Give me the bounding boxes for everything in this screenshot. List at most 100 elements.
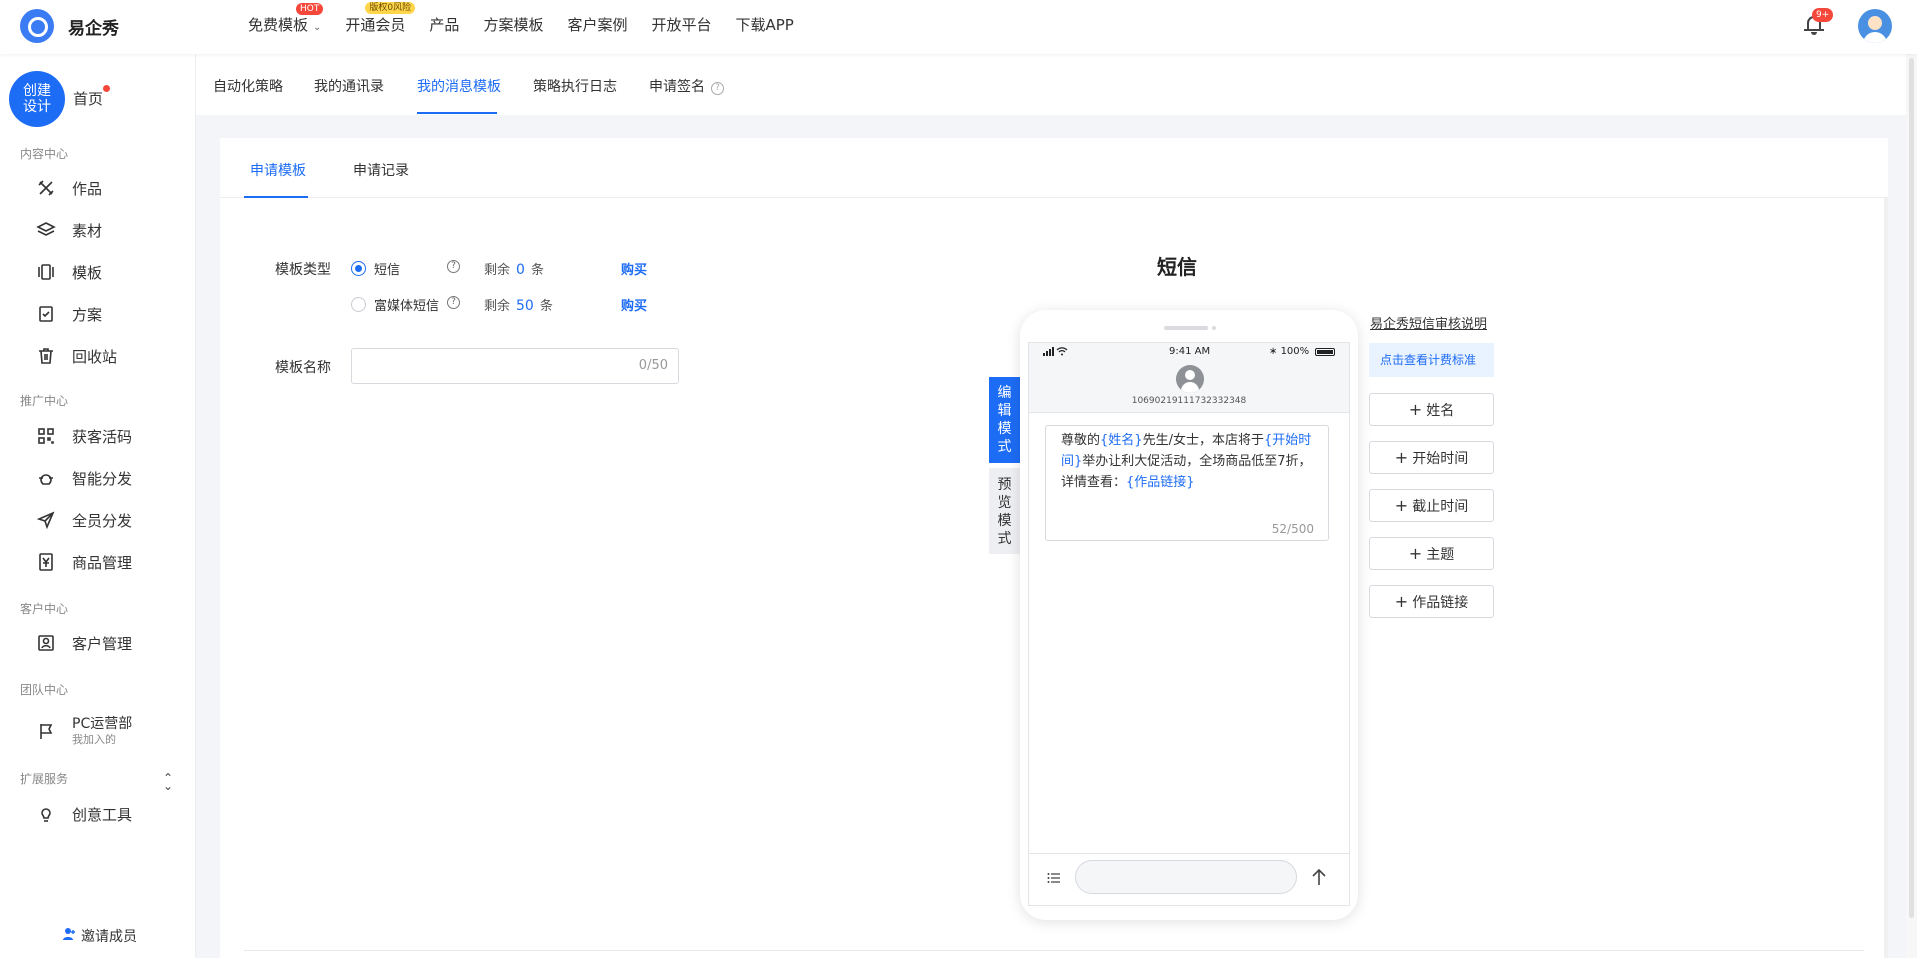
msg-variable: {姓名} [1100,433,1143,448]
phone-mockup: 9:41 AM ∗ 100% 10690219111732332348 尊敬的{… [1020,310,1358,920]
section-title-extend: 扩展服务 [20,772,69,786]
layers-icon [36,220,56,240]
review-rules-link[interactable]: 易企秀短信审核说明 [1370,313,1487,332]
active-tab-indicator [417,112,497,114]
top-nav: 免费模板 ⌄ HOT 开通会员 版权0风险 产品 方案模板 客户案例 开放平台 下… [248,0,818,54]
preview-title: 短信 [1157,255,1197,279]
insert-work-link-button[interactable]: + 作品链接 [1369,585,1494,618]
divider [244,950,1864,951]
checklist-icon [36,304,56,324]
radio-rich-sms[interactable] [351,297,366,312]
mode-label: 编辑模式 [997,385,1012,455]
insert-start-time-button[interactable]: + 开始时间 [1369,441,1494,474]
tab-apply-template[interactable]: 申请模板 [250,160,306,180]
radio-rich-sms-label[interactable]: 富媒体短信 [374,295,439,314]
msg-variable: {作品链接} [1126,475,1195,490]
contact-number: 10690219111732332348 [1131,396,1247,406]
rich-sms-remaining: 剩余 50 条 [484,295,553,314]
variable-label: 姓名 [1426,403,1455,419]
sidebar-item-goods[interactable]: 商品管理 [36,550,132,574]
help-icon[interactable]: ? [447,296,460,309]
window-scrollbar[interactable] [1906,54,1917,958]
phone-speaker [1164,326,1208,330]
topnav-label: 开通会员 [345,16,406,34]
radio-sms-label[interactable]: 短信 [374,259,400,278]
list-icon[interactable] [1047,871,1061,885]
topnav-open-platform[interactable]: 开放平台 [651,0,711,54]
topnav-products[interactable]: 产品 [429,0,459,54]
tab-apply-signature[interactable]: 申请签名? [649,76,724,96]
variable-label: 截止时间 [1412,499,1469,515]
plus-icon: + [1394,496,1409,515]
preview-mode-tab[interactable]: 预览模式 [989,468,1020,554]
topnav-free-templates[interactable]: 免费模板 ⌄ HOT [248,0,324,54]
remain-suffix: 条 [539,299,553,314]
topnav-label: 免费模板 [248,16,309,34]
view-pricing-button[interactable]: 点击查看计费标准 [1369,343,1494,377]
invite-members-button[interactable]: 邀请成员 [81,926,137,946]
template-type-label: 模板类型 [275,262,331,278]
battery-icon [1315,348,1335,356]
sidebar-item-works[interactable]: 作品 [36,176,102,200]
brain-icon [36,468,56,488]
template-name-input[interactable]: 0/50 [351,348,679,384]
phone-screen: 9:41 AM ∗ 100% 10690219111732332348 尊敬的{… [1028,342,1350,906]
sidebar-item-smart-dist[interactable]: 智能分发 [36,466,132,490]
tab-automation[interactable]: 自动化策略 [213,76,283,96]
tab-contacts[interactable]: 我的通讯录 [314,76,384,96]
create-design-button[interactable]: 创建 设计 [9,71,65,127]
sidebar-item-lead-code[interactable]: 获客活码 [36,424,132,448]
tab-apply-records[interactable]: 申请记录 [353,160,409,180]
sidebar-item-label: 智能分发 [72,469,133,488]
topnav-membership[interactable]: 开通会员 版权0风险 [345,0,416,54]
scrollbar-thumb[interactable] [1909,58,1914,918]
insert-end-time-button[interactable]: + 截止时间 [1369,489,1494,522]
sidebar-item-materials[interactable]: 素材 [36,218,102,242]
brand-name[interactable]: 易企秀 [68,14,119,39]
send-icon [36,510,56,530]
topnav-download-app[interactable]: 下载APP [735,0,793,54]
sidebar-item-label: 创意工具 [72,805,133,824]
card-scrollbar[interactable] [1884,198,1888,958]
sidebar: 创建 设计 首页 内容中心 作品 素材 模板 方案 回收站 推广中心 获客活码 … [0,54,196,958]
section-title-customer: 客户中心 [20,602,69,616]
tab-message-templates[interactable]: 我的消息模板 [417,76,501,96]
sidebar-item-customers[interactable]: 客户管理 [36,631,132,655]
topnav-cases[interactable]: 客户案例 [567,0,627,54]
section-title-content: 内容中心 [20,147,69,161]
radio-sms[interactable] [351,261,366,276]
insert-topic-button[interactable]: + 主题 [1369,537,1494,570]
msg-text-part: 先生/女士，本店将于 [1142,433,1264,448]
sidebar-item-team[interactable]: PC运营部 我加入的 [36,713,132,749]
sidebar-item-templates[interactable]: 模板 [36,260,102,284]
tab-execution-log[interactable]: 策略执行日志 [533,76,617,96]
insert-name-button[interactable]: + 姓名 [1369,393,1494,426]
chat-input[interactable] [1075,860,1297,894]
plus-icon: + [1394,592,1409,611]
message-char-counter: 52/500 [1271,522,1314,536]
sidebar-item-label: 获客活码 [72,427,133,446]
char-counter: 0/50 [638,358,668,373]
tools-icon [36,178,56,198]
chat-input-bar [1029,853,1349,905]
sidebar-item-all-dist[interactable]: 全员分发 [36,508,132,532]
buy-sms-link[interactable]: 购买 [621,259,647,278]
buy-rich-sms-link[interactable]: 购买 [621,295,647,314]
sidebar-item-creative[interactable]: 创意工具 [36,802,132,826]
topnav-plan-templates[interactable]: 方案模板 [483,0,543,54]
message-editor[interactable]: 尊敬的{姓名}先生/女士，本店将于{开始时间}举办让利大促活动，全场商品低至7折… [1045,425,1329,541]
arrow-up-icon[interactable] [1311,868,1327,886]
help-icon[interactable]: ? [447,260,460,273]
sidebar-item-recycle[interactable]: 回收站 [36,344,117,368]
expand-toggle-icon[interactable]: ⌃ ⌄ [163,772,173,792]
user-avatar[interactable] [1858,9,1892,43]
lightbulb-icon [36,804,56,824]
help-icon[interactable]: ? [711,82,724,95]
sidebar-item-home[interactable]: 首页 [73,88,103,109]
trash-icon [36,346,56,366]
sidebar-item-plans[interactable]: 方案 [36,302,102,326]
logo-icon[interactable] [20,9,54,43]
edit-mode-tab[interactable]: 编辑模式 [989,377,1020,463]
sidebar-item-label: 模板 [72,263,103,282]
top-bar: 易企秀 免费模板 ⌄ HOT 开通会员 版权0风险 产品 方案模板 客户案例 开放… [0,0,1917,54]
